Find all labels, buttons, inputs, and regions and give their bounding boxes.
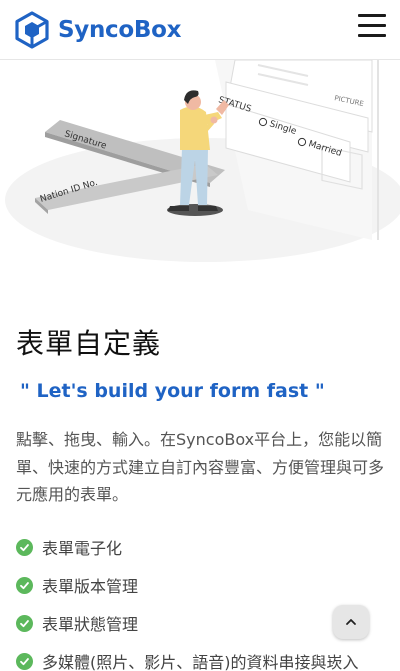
- check-circle-icon: [16, 614, 33, 632]
- scroll-to-top-button[interactable]: [333, 605, 369, 639]
- brand-logo[interactable]: SyncoBox: [14, 11, 181, 49]
- hero-illustration: PICTURE STATUS Single Married Signature …: [0, 60, 400, 290]
- list-item: 表單電子化: [16, 528, 400, 566]
- chevron-up-icon: [346, 619, 356, 625]
- feature-label: 多媒體(照片、影片、語音)的資料串接與崁入: [42, 653, 359, 671]
- page-title: 表單自定義: [16, 327, 162, 360]
- check-circle-icon: [16, 538, 33, 556]
- cube-logo-icon: [15, 11, 49, 49]
- hamburger-menu-icon: [358, 14, 386, 17]
- description-text: 點擊、拖曳、輸入。在SyncoBox平台上，您能以簡單、快速的方式建立自訂內容豐…: [16, 430, 385, 504]
- hamburger-menu-button[interactable]: [358, 14, 386, 40]
- feature-list: 表單電子化 表單版本管理 表單狀態管理 多媒體(照片、影片、語音)的資料串接與崁…: [16, 528, 400, 671]
- brand-name: SyncoBox: [58, 17, 182, 43]
- check-circle-icon: [16, 576, 33, 594]
- check-circle-icon: [16, 652, 33, 670]
- list-item: 表單版本管理: [16, 566, 400, 604]
- feature-label: 表單電子化: [42, 539, 123, 558]
- feature-label: 表單狀態管理: [42, 615, 139, 634]
- form-illustration: PICTURE STATUS Single Married Signature …: [5, 60, 400, 262]
- feature-label: 表單版本管理: [42, 577, 139, 596]
- list-item: 多媒體(照片、影片、語音)的資料串接與崁入: [16, 642, 400, 671]
- top-header: SyncoBox: [0, 0, 400, 60]
- tagline-quote: " Let's build your form fast ": [20, 380, 325, 402]
